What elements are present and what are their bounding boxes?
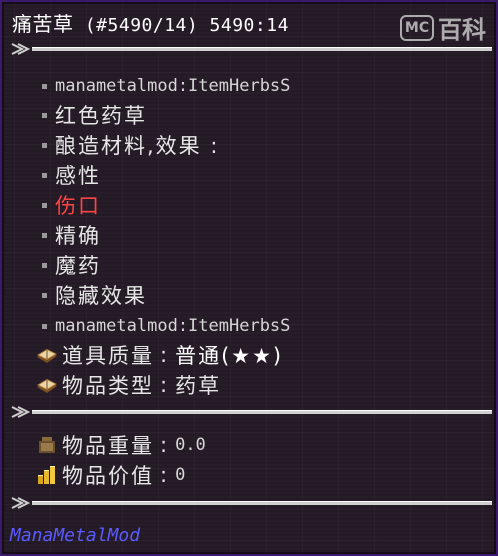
mod-name: ManaMetalMod (10, 525, 141, 546)
item-id: (#5490/14) 5490:14 (84, 15, 289, 36)
item-title: 痛苦草 (#5490/14) 5490:14 (12, 8, 289, 37)
watermark: MC 百科 (400, 10, 486, 45)
stat-label: 物品价值 (62, 464, 154, 488)
lore-line-6: 魔药 (2, 251, 101, 279)
bullet-icon (42, 202, 47, 208)
weight-icon (39, 437, 55, 453)
lore-line-1: 红色药草 (2, 101, 147, 129)
effect-text: 感性 (55, 164, 101, 188)
bullet-icon (42, 323, 47, 329)
colon: : (160, 343, 170, 367)
divider-bottom (10, 496, 492, 510)
item-name: 痛苦草 (12, 12, 74, 36)
property-label: 物品类型 (62, 374, 154, 398)
watermark-logo: MC (400, 14, 434, 41)
lore-line-3: 感性 (2, 161, 101, 189)
colon: : (160, 433, 170, 457)
effect-text: 精确 (55, 224, 101, 248)
lore-text: 红色药草 (55, 104, 147, 128)
lore-line-4: 伤口 (2, 191, 101, 219)
lore-text: 酿造材料,效果 : (55, 134, 220, 158)
item-tooltip: 痛苦草 (#5490/14) 5490:14 MC 百科 manametalmo… (0, 0, 498, 556)
lore-line-0: manametalmod:ItemHerbsS (2, 72, 290, 100)
bullet-icon (42, 172, 47, 178)
divider-top (10, 42, 492, 56)
lore-line-7: 隐藏效果 (2, 281, 147, 309)
stat-weight: 物品重量 : 0.0 (2, 431, 206, 459)
effect-text-highlight: 伤口 (55, 194, 101, 218)
stat-label: 物品重量 (62, 434, 154, 458)
effect-text: 魔药 (55, 254, 101, 278)
colon: : (160, 463, 170, 487)
lore-line-8: manametalmod:ItemHerbsS (2, 312, 290, 340)
property-value: 普通(★★) (175, 344, 284, 368)
effect-text: 隐藏效果 (55, 284, 147, 308)
lore-line-2: 酿造材料,效果 : (2, 131, 219, 159)
bullet-icon (42, 83, 47, 89)
watermark-text: 百科 (438, 16, 486, 44)
coins-icon (38, 466, 55, 484)
bullet-icon (42, 292, 47, 298)
stat-value-row: 物品价值 : 0 (2, 461, 185, 489)
bullet-icon (42, 112, 47, 118)
colon: : (160, 373, 170, 397)
bullet-icon (42, 142, 47, 148)
property-quality: 道具质量 : 普通(★★) (2, 341, 283, 369)
bullet-icon (42, 232, 47, 238)
property-label: 道具质量 (62, 344, 154, 368)
property-type: 物品类型 : 药草 (2, 371, 221, 399)
book-icon (37, 379, 57, 393)
book-icon (37, 349, 57, 363)
stat-value: 0 (175, 465, 186, 485)
property-value: 药草 (175, 374, 222, 398)
registry-name: manametalmod:ItemHerbsS (55, 76, 291, 96)
bullet-icon (42, 262, 47, 268)
divider-middle (10, 405, 492, 419)
stat-value: 0.0 (175, 435, 206, 455)
registry-name: manametalmod:ItemHerbsS (55, 316, 291, 336)
lore-line-5: 精确 (2, 221, 101, 249)
